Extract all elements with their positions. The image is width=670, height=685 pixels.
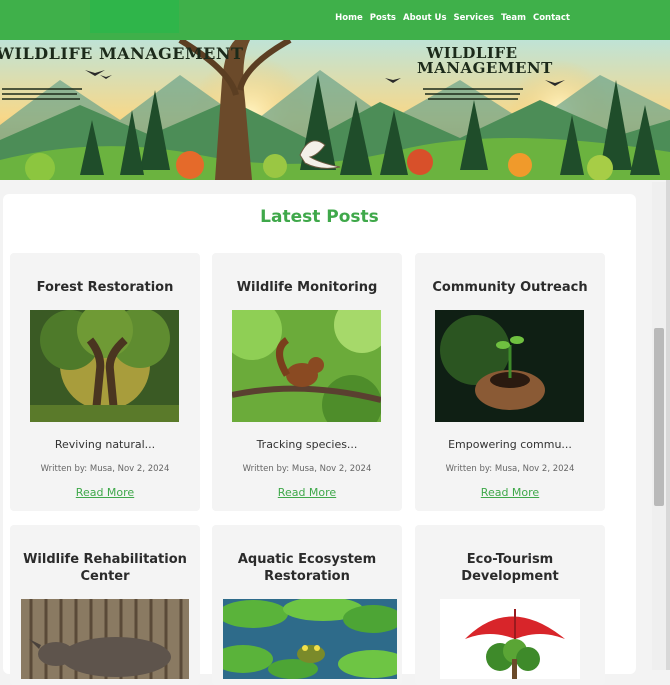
post-meta: Written by: Musa, Nov 2, 2024: [242, 464, 372, 474]
scrollbar[interactable]: [652, 182, 666, 670]
post-card-aquatic-ecosystem[interactable]: Aquatic Ecosystem Restoration: [212, 525, 402, 685]
post-image-frog-pond[interactable]: [223, 599, 397, 679]
post-excerpt: Tracking species...: [256, 438, 358, 451]
post-title[interactable]: Eco-Tourism Development: [415, 551, 605, 585]
post-card-forest-restoration[interactable]: Forest Restoration Reviving natural... W…: [10, 253, 200, 511]
nav-home[interactable]: Home: [335, 12, 363, 24]
nav-services[interactable]: Services: [454, 12, 494, 24]
section-title: Latest Posts: [260, 207, 379, 227]
post-meta: Written by: Musa, Nov 2, 2024: [40, 464, 170, 474]
nav-about-us[interactable]: About Us: [403, 12, 447, 24]
main-nav: Home Posts About Us Services Team Contac…: [335, 12, 570, 24]
post-title[interactable]: Aquatic Ecosystem Restoration: [212, 551, 402, 585]
post-title[interactable]: Community Outreach: [415, 279, 605, 296]
read-more-link[interactable]: Read More: [10, 486, 200, 499]
logo[interactable]: [90, 0, 179, 33]
scrollbar-thumb[interactable]: [654, 328, 664, 506]
post-title[interactable]: Forest Restoration: [10, 279, 200, 296]
hero-banner: WILDLIFE MANAGEMENT WILDLIFE MANAGEMENT: [0, 40, 670, 180]
nav-team[interactable]: Team: [501, 12, 526, 24]
top-navbar: Home Posts About Us Services Team Contac…: [0, 0, 670, 41]
post-card-community-outreach[interactable]: Community Outreach Empowering commu... W…: [415, 253, 605, 511]
page-edge: [666, 180, 670, 670]
hero-title-right: WILDLIFE MANAGEMENT: [417, 44, 553, 77]
hero-title-left: WILDLIFE MANAGEMENT: [0, 44, 244, 63]
post-card-eco-tourism[interactable]: Eco-Tourism Development: [415, 525, 605, 685]
post-card-wildlife-rehabilitation[interactable]: Wildlife Rehabilitation Center: [10, 525, 200, 685]
post-excerpt: Reviving natural...: [54, 438, 156, 451]
post-image-seedling[interactable]: [435, 310, 584, 422]
post-card-wildlife-monitoring[interactable]: Wildlife Monitoring Tracking species... …: [212, 253, 402, 511]
post-title[interactable]: Wildlife Monitoring: [212, 279, 402, 296]
post-image-squirrel[interactable]: [232, 310, 381, 422]
read-more-link[interactable]: Read More: [415, 486, 605, 499]
post-excerpt: Empowering commu...: [448, 438, 572, 451]
post-image-forest[interactable]: [30, 310, 179, 422]
post-meta: Written by: Musa, Nov 2, 2024: [445, 464, 575, 474]
latest-posts-panel: Latest Posts Forest Restoration Reviving…: [3, 194, 636, 685]
post-image-rhino[interactable]: [21, 599, 189, 679]
nav-contact[interactable]: Contact: [533, 12, 570, 24]
read-more-link[interactable]: Read More: [212, 486, 402, 499]
post-image-umbrella-tree[interactable]: [440, 599, 580, 679]
nav-posts[interactable]: Posts: [370, 12, 396, 24]
post-title[interactable]: Wildlife Rehabilitation Center: [10, 551, 200, 585]
